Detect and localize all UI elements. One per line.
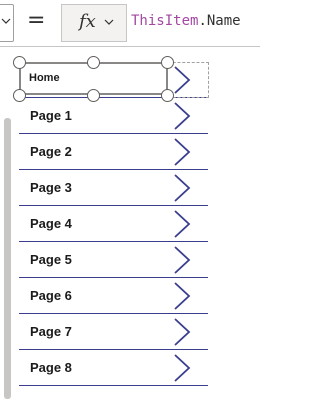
gallery-row[interactable]: Page 5 bbox=[19, 242, 208, 278]
chevron-down-icon bbox=[104, 19, 114, 25]
gallery-item-label: Page 7 bbox=[30, 324, 72, 339]
gallery-row[interactable]: Page 6 bbox=[19, 278, 208, 314]
chevron-down-icon bbox=[1, 18, 11, 24]
gallery-item-label: Page 5 bbox=[30, 252, 72, 267]
fx-button[interactable]: fx bbox=[61, 4, 127, 42]
gallery-item-label: Page 8 bbox=[30, 360, 72, 375]
gallery-row[interactable]: Page 7 bbox=[19, 314, 208, 350]
chevron-right-icon[interactable] bbox=[172, 353, 192, 383]
resize-handle-top[interactable] bbox=[87, 56, 100, 69]
formula-dot-token: . bbox=[198, 13, 207, 29]
resize-handle-top-left[interactable] bbox=[13, 56, 26, 69]
resize-handle-top-right[interactable] bbox=[161, 56, 174, 69]
gallery-row[interactable]: Page 1 bbox=[19, 98, 208, 134]
gallery-item-label: Page 4 bbox=[30, 216, 72, 231]
fx-icon: fx bbox=[79, 11, 96, 32]
gallery-row[interactable]: Page 2 bbox=[19, 134, 208, 170]
equals-sign: = bbox=[27, 8, 46, 33]
gallery-row-home[interactable]: Home bbox=[19, 62, 208, 98]
chevron-right-icon[interactable] bbox=[172, 245, 192, 275]
gallery-item-label: Page 3 bbox=[30, 180, 72, 195]
chevron-right-icon[interactable] bbox=[172, 137, 192, 167]
scrollbar-thumb[interactable] bbox=[4, 118, 11, 399]
gallery-row[interactable]: Page 8 bbox=[19, 350, 208, 386]
formula-bar: = fx ThisItem.Name bbox=[0, 0, 260, 47]
gallery-item-label: Page 2 bbox=[30, 144, 72, 159]
formula-input[interactable]: ThisItem.Name bbox=[131, 13, 241, 29]
chevron-right-icon[interactable] bbox=[172, 101, 192, 131]
chevron-right-icon[interactable] bbox=[172, 317, 192, 347]
formula-object-token: ThisItem bbox=[131, 13, 199, 29]
gallery[interactable]: Home Page 1 Page 2 Page 3 Page 4 Page 5 … bbox=[19, 62, 209, 396]
chevron-right-icon[interactable] bbox=[172, 209, 192, 239]
property-dropdown[interactable] bbox=[0, 4, 14, 42]
gallery-item-label: Home bbox=[29, 72, 60, 84]
vertical-scrollbar[interactable] bbox=[0, 48, 14, 399]
gallery-item-label: Page 6 bbox=[30, 288, 72, 303]
gallery-row[interactable]: Page 4 bbox=[19, 206, 208, 242]
resize-handle-bottom-right[interactable] bbox=[161, 89, 174, 102]
chevron-right-icon[interactable] bbox=[172, 65, 192, 95]
chevron-right-icon[interactable] bbox=[172, 173, 192, 203]
resize-handle-bottom-left[interactable] bbox=[13, 89, 26, 102]
formula-property-token: Name bbox=[206, 13, 241, 29]
gallery-item-label: Page 1 bbox=[30, 108, 72, 123]
chevron-right-icon[interactable] bbox=[172, 281, 192, 311]
resize-handle-bottom[interactable] bbox=[87, 89, 100, 102]
gallery-row[interactable]: Page 3 bbox=[19, 170, 208, 206]
design-canvas: Home Page 1 Page 2 Page 3 Page 4 Page 5 … bbox=[0, 48, 260, 399]
